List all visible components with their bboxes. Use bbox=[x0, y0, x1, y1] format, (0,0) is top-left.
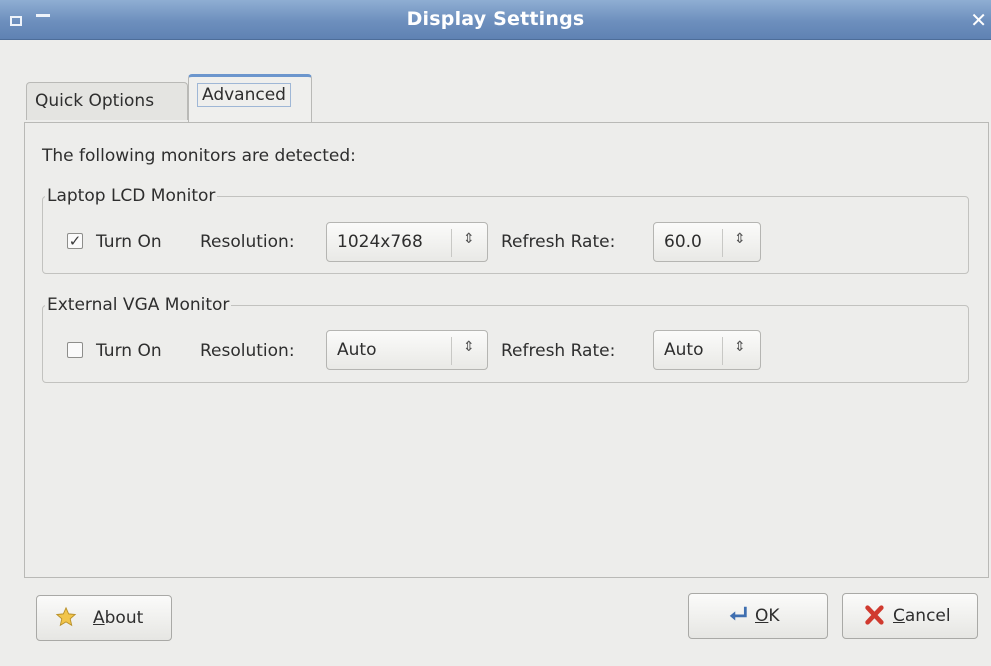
divider bbox=[451, 229, 452, 257]
spin-arrows-icon: ⇕ bbox=[734, 339, 746, 355]
title-bar: Display Settings ✕ bbox=[0, 0, 991, 40]
divider bbox=[722, 229, 723, 257]
refresh-combo-laptop[interactable]: 60.0 ⇕ bbox=[653, 222, 761, 262]
resolution-label: Resolution: bbox=[200, 341, 295, 361]
tab-advanced[interactable]: Advanced bbox=[188, 74, 312, 122]
turn-on-checkbox-vga[interactable] bbox=[67, 342, 83, 358]
spin-arrows-icon: ⇕ bbox=[734, 231, 746, 247]
detected-label: The following monitors are detected: bbox=[42, 146, 356, 166]
cancel-button[interactable]: Cancel bbox=[842, 593, 978, 639]
refresh-rate-label: Refresh Rate: bbox=[501, 232, 616, 252]
tab-label: Quick Options bbox=[35, 91, 155, 111]
refresh-value: 60.0 bbox=[664, 232, 702, 252]
group-title: External VGA Monitor bbox=[47, 295, 230, 315]
turn-on-checkbox-laptop[interactable]: ✓ bbox=[67, 233, 83, 249]
turn-on-label: Turn On bbox=[96, 341, 162, 361]
turn-on-label: Turn On bbox=[96, 232, 162, 252]
close-icon[interactable]: ✕ bbox=[970, 8, 987, 32]
window-title: Display Settings bbox=[406, 8, 585, 30]
refresh-rate-label: Refresh Rate: bbox=[501, 341, 616, 361]
tab-label: Advanced bbox=[197, 83, 291, 107]
enter-arrow-icon bbox=[729, 606, 747, 621]
resolution-combo-laptop[interactable]: 1024x768 ⇕ bbox=[326, 222, 488, 262]
ok-button[interactable]: OK bbox=[688, 593, 828, 639]
ok-label: OK bbox=[755, 606, 780, 626]
monitor-group-vga: External VGA Monitor bbox=[42, 295, 969, 383]
divider bbox=[451, 337, 452, 365]
refresh-combo-vga[interactable]: Auto ⇕ bbox=[653, 330, 761, 370]
cancel-label: Cancel bbox=[893, 606, 951, 626]
spin-arrows-icon: ⇕ bbox=[463, 339, 475, 355]
resolution-value: Auto bbox=[337, 340, 377, 360]
resolution-combo-vga[interactable]: Auto ⇕ bbox=[326, 330, 488, 370]
group-title: Laptop LCD Monitor bbox=[47, 186, 216, 206]
spin-arrows-icon: ⇕ bbox=[463, 231, 475, 247]
monitor-group-laptop: Laptop LCD Monitor bbox=[42, 186, 969, 274]
about-button[interactable]: About bbox=[36, 595, 172, 641]
about-label: About bbox=[93, 608, 144, 628]
tab-quick-options[interactable]: Quick Options bbox=[26, 82, 188, 120]
red-x-icon bbox=[865, 605, 884, 625]
divider bbox=[722, 337, 723, 365]
refresh-value: Auto bbox=[664, 340, 704, 360]
resolution-label: Resolution: bbox=[200, 232, 295, 252]
star-icon bbox=[55, 606, 77, 627]
resolution-value: 1024x768 bbox=[337, 232, 423, 252]
